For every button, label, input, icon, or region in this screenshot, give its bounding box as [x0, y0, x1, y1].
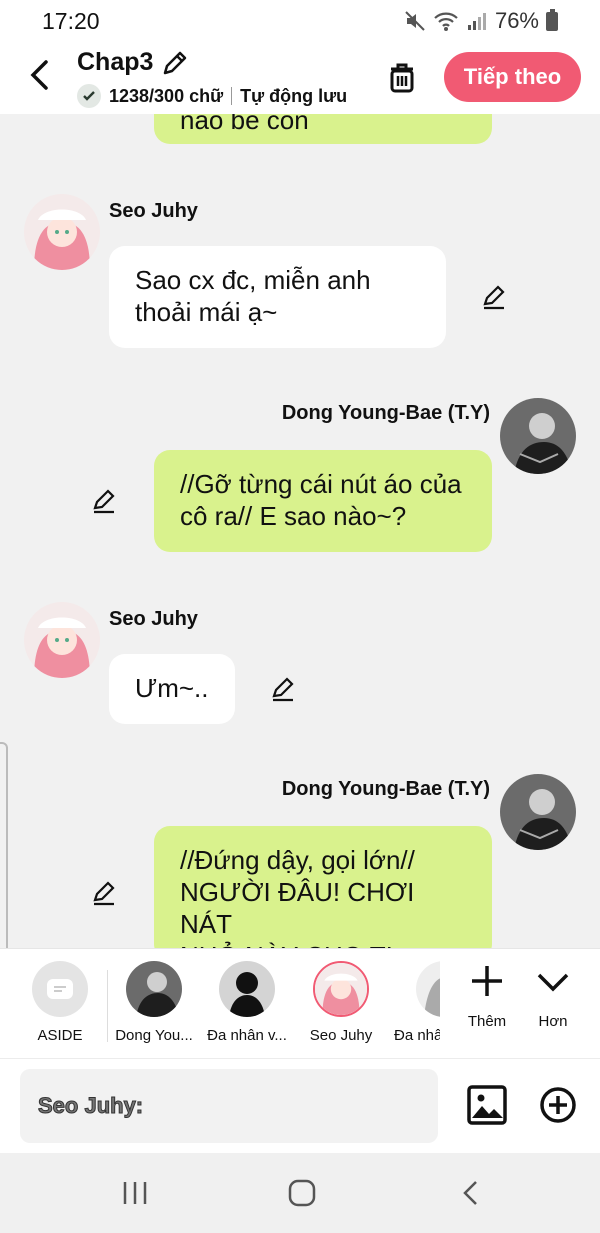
add-circle-icon[interactable] — [540, 1087, 576, 1123]
status-icons: 76% — [404, 8, 558, 34]
side-drag-handle[interactable] — [0, 742, 8, 968]
character-label: Dong You... — [115, 1027, 193, 1044]
avatar[interactable] — [500, 398, 576, 474]
message-line: Ưm~.. — [135, 673, 209, 703]
character-chip-seo-juhy[interactable]: Seo Juhy — [293, 961, 389, 1044]
avatar — [219, 961, 275, 1017]
edit-message-icon[interactable] — [271, 676, 297, 702]
message-line: //Đứng dậy, gọi lớn// — [180, 845, 415, 875]
mute-icon — [405, 11, 425, 31]
signal-icon — [467, 13, 486, 30]
chevron-down-icon — [537, 973, 569, 992]
character-chip-da-nhan-vat-2[interactable]: Đa nhâ — [390, 961, 440, 1044]
check-icon — [77, 84, 101, 108]
autosave-label: Tự động lưu — [240, 85, 348, 106]
avatar — [313, 961, 369, 1017]
status-time: 17:20 — [42, 8, 100, 34]
message-bubble-right[interactable]: //Gỡ từng cái nút áo của cô ra// E sao n… — [154, 450, 492, 552]
sender-name: Seo Juhy — [109, 608, 198, 630]
battery-icon — [546, 8, 558, 31]
character-chip-dong-young-bae[interactable]: Dong You... — [106, 961, 202, 1044]
trash-icon[interactable] — [386, 60, 418, 94]
character-label: Đa nhân v... — [207, 1027, 287, 1044]
add-label: Thêm — [467, 1013, 507, 1030]
sender-name: Dong Young-Bae (T.Y) — [281, 778, 490, 800]
aside-icon — [32, 961, 88, 1017]
message-line: thoải mái ạ~ — [135, 297, 278, 327]
avatar[interactable] — [24, 602, 100, 678]
next-button[interactable]: Tiếp theo — [444, 52, 581, 102]
character-label: ASIDE — [37, 1027, 83, 1044]
message-line: NHỎ NÀY CHO T! — [180, 940, 466, 948]
chapter-title[interactable]: Chap3 — [77, 48, 189, 77]
back-arrow-icon[interactable] — [26, 58, 54, 92]
add-character-button[interactable]: Thêm — [466, 963, 508, 1030]
more-button[interactable]: Hơn — [533, 963, 573, 1030]
edit-message-icon[interactable] — [92, 488, 118, 514]
avatar — [126, 961, 182, 1017]
message-line: Sao cx đc, miễn anh — [135, 265, 371, 295]
system-nav-bar — [0, 1153, 600, 1233]
message-input-bar — [0, 1058, 600, 1153]
pencil-icon[interactable] — [161, 49, 189, 77]
sender-name: Dong Young-Bae (T.Y) — [281, 402, 490, 424]
home-icon[interactable] — [287, 1179, 317, 1207]
edit-message-icon[interactable] — [482, 284, 508, 310]
battery-percent: 76% — [494, 8, 539, 33]
image-icon[interactable] — [467, 1085, 507, 1125]
more-label: Hơn — [538, 1013, 568, 1030]
message-bubble-right[interactable]: nào bé con — [154, 114, 492, 144]
chat-area[interactable]: nào bé con Seo Juhy Sao cx đc, miễn anh … — [0, 114, 600, 948]
edit-message-icon[interactable] — [92, 880, 118, 906]
message-bubble-right[interactable]: //Đứng dậy, gọi lớn// NGƯỜI ĐÂU! CHƠI NÁ… — [154, 826, 492, 948]
message-bubble-left[interactable]: Ưm~.. — [109, 654, 235, 724]
avatar[interactable] — [500, 774, 576, 850]
message-line: NGƯỜI ĐÂU! CHƠI NÁT — [180, 877, 415, 939]
word-count: 1238/300 chữ — [109, 85, 224, 106]
character-label: Đa nhâ — [394, 1027, 440, 1044]
wifi-icon — [434, 12, 458, 31]
back-nav-icon[interactable] — [456, 1179, 486, 1207]
message-input[interactable] — [20, 1069, 438, 1143]
character-chip-aside[interactable]: ASIDE — [12, 961, 108, 1044]
sender-name: Seo Juhy — [109, 200, 198, 222]
plus-icon — [472, 966, 502, 996]
character-label: Seo Juhy — [309, 1027, 373, 1044]
message-line: //Gỡ từng cái nút áo của — [180, 469, 462, 499]
message-bubble-left[interactable]: Sao cx đc, miễn anh thoải mái ạ~ — [109, 246, 446, 348]
avatar[interactable] — [24, 194, 100, 270]
avatar — [416, 961, 440, 1017]
chapter-title-text: Chap3 — [77, 48, 154, 76]
character-chip-da-nhan-vat[interactable]: Đa nhân v... — [199, 961, 295, 1044]
divider — [107, 970, 108, 1042]
message-line: cô ra// E sao nào~? — [180, 501, 407, 531]
editor-header: Chap3 1238/300 chữ Tự động lưu Tiếp theo — [0, 40, 600, 114]
recent-apps-icon[interactable] — [120, 1179, 150, 1207]
status-bar: 17:20 76% — [0, 0, 600, 40]
message-text: nào bé con — [180, 114, 309, 135]
character-selector: ASIDE Dong You... Đa nhân v... Seo Juhy … — [0, 948, 600, 1058]
save-status: 1238/300 chữ Tự động lưu — [77, 84, 347, 108]
